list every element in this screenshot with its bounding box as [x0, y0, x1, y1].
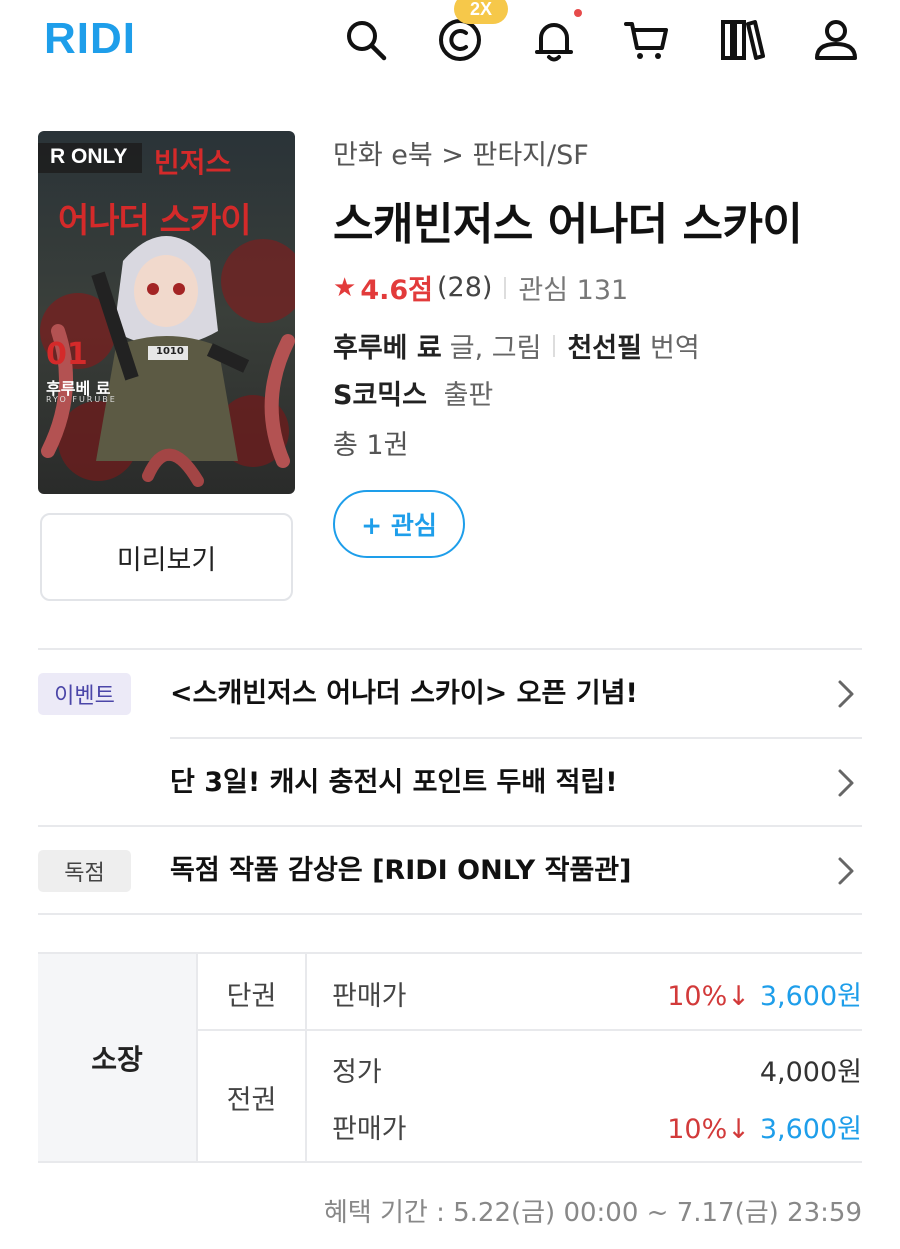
cover-volume-number: 01	[46, 337, 88, 372]
book-cover-illustration	[38, 131, 295, 494]
author-row: 후루베 료 글, 그림 천선필 번역	[333, 326, 700, 365]
translator-link[interactable]: 천선필	[567, 326, 642, 365]
preview-button[interactable]: 미리보기	[40, 513, 293, 601]
full-list-price: 4,000원	[759, 1057, 862, 1088]
rating-count[interactable]: (28)	[437, 272, 492, 303]
publisher-row: S코믹스 출판	[333, 373, 493, 412]
cover-author-en: RYO FURUBE	[46, 395, 117, 404]
divider	[38, 913, 862, 915]
search-icon	[347, 21, 387, 61]
favorite-button[interactable]: + 관심	[333, 490, 465, 558]
book-title: 스캐빈저스 어나더 스카이	[333, 199, 803, 250]
notification-button[interactable]	[526, 12, 582, 68]
single-sale-price: 3,600원	[759, 981, 862, 1012]
my-page-button[interactable]	[808, 12, 864, 68]
chevron-right-icon	[838, 769, 854, 797]
publisher-role: 출판	[443, 380, 494, 411]
author-role: 글, 그림	[449, 333, 542, 364]
chevron-right-icon	[838, 857, 854, 885]
double-point-badge: 2X	[454, 0, 508, 24]
event-badge: 이벤트	[38, 673, 131, 715]
single-sale-label: 판매가	[332, 981, 407, 1012]
cart-button[interactable]	[618, 12, 674, 68]
cover-plate-number: 1010	[156, 346, 184, 357]
exclusive-badge: 독점	[38, 850, 131, 892]
event-row[interactable]: 독점 독점 작품 감상은 [RIDI ONLY 작품관]	[38, 827, 862, 915]
bell-icon	[535, 23, 573, 62]
notification-dot	[574, 9, 582, 17]
single-volume-label: 단권	[226, 981, 277, 1012]
divider	[305, 952, 307, 1163]
rating-row: ★ 4.6점 (28) 관심 131	[333, 268, 628, 307]
event-text: 단 3일! 캐시 충전시 포인트 두배 적립!	[170, 767, 618, 798]
event-row[interactable]: 이벤트 <스캐빈저스 어나더 스카이> 오픈 기념!	[38, 650, 862, 738]
r-only-badge: R ONLY	[50, 145, 128, 168]
author-link[interactable]: 후루베 료	[333, 326, 442, 365]
benefit-period: 혜택 기간 : 5.22(금) 00:00 ~ 7.17(금) 23:59	[323, 1198, 862, 1228]
event-text: <스캐빈저스 어나더 스카이> 오픈 기념!	[170, 678, 638, 709]
book-cover[interactable]: R ONLY 빈저스 어나더 스카이 01 후루베 료 RYO FURUBE 1…	[38, 131, 295, 494]
chevron-right-icon	[838, 680, 854, 708]
divider	[504, 276, 507, 299]
full-set-label: 전권	[226, 1085, 277, 1116]
breadcrumb[interactable]: 만화 e북 > 판타지/SF	[333, 133, 589, 172]
price-table: 소장 단권 판매가 10%↓ 3,600원 전권 정가 4,000원 판매가 10…	[38, 952, 862, 1163]
cover-title-line2: 어나더 스카이	[58, 201, 252, 241]
single-discount: 10%↓	[667, 981, 750, 1012]
rating-score[interactable]: 4.6점	[360, 268, 433, 307]
ridi-logo[interactable]: RIDI	[44, 14, 136, 64]
top-header: RIDI 2X	[0, 0, 900, 84]
divider	[38, 952, 862, 954]
event-text: 독점 작품 감상은 [RIDI ONLY 작품관]	[170, 855, 632, 886]
library-icon	[721, 20, 765, 60]
full-list-label: 정가	[332, 1057, 382, 1088]
star-icon: ★	[333, 272, 357, 303]
search-button[interactable]	[338, 12, 394, 68]
volume-count: 총 1권	[333, 430, 409, 461]
full-sale-label: 판매가	[332, 1114, 407, 1145]
event-row[interactable]: 단 3일! 캐시 충전시 포인트 두배 적립!	[38, 739, 862, 827]
translator-role: 번역	[649, 333, 700, 364]
single-price: 10%↓ 3,600원	[667, 974, 862, 1013]
full-sale-price: 3,600원	[759, 1114, 862, 1145]
divider	[38, 1161, 862, 1163]
divider	[196, 1029, 862, 1031]
publisher-link[interactable]: S코믹스	[333, 380, 427, 411]
user-icon	[815, 20, 857, 60]
full-discount: 10%↓	[667, 1114, 750, 1145]
cover-title-line1: 빈저스	[154, 146, 232, 179]
full-price: 10%↓ 3,600원	[667, 1107, 862, 1146]
library-button[interactable]	[714, 12, 770, 68]
divider	[553, 334, 556, 357]
ownership-label: 소장	[38, 952, 196, 1163]
cart-icon	[624, 22, 668, 59]
interest-count: 관심 131	[518, 275, 629, 306]
